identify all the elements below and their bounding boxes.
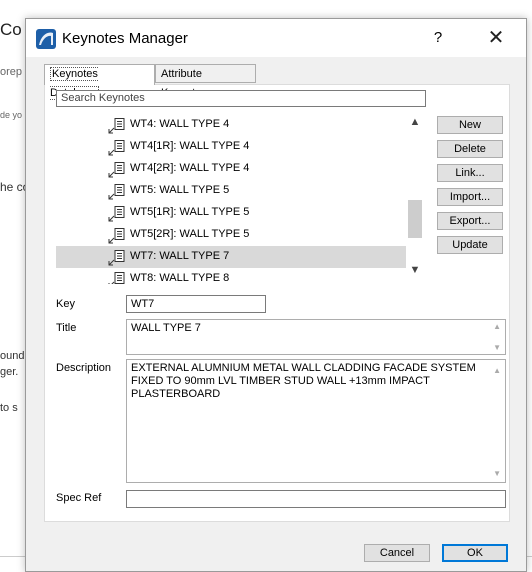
- spec-ref-input[interactable]: [126, 490, 506, 508]
- help-button[interactable]: ?: [426, 26, 450, 50]
- delete-button[interactable]: Delete: [437, 140, 503, 158]
- scroll-thumb[interactable]: [408, 200, 422, 238]
- keynote-link-icon: [108, 162, 125, 178]
- close-button[interactable]: ✕: [481, 24, 511, 52]
- scroll-up-icon[interactable]: ▲: [493, 364, 501, 377]
- keynote-list-item[interactable]: WT7: WALL TYPE 7: [56, 246, 406, 268]
- scroll-down-icon[interactable]: ▼: [493, 467, 501, 480]
- scroll-down-icon[interactable]: ▼: [493, 343, 501, 352]
- title-textarea[interactable]: WALL TYPE 7 ▲ ▼: [126, 319, 506, 355]
- keynote-list-item[interactable]: WT5[2R]: WALL TYPE 5: [56, 224, 406, 246]
- scroll-down-icon[interactable]: ▼: [406, 264, 424, 278]
- list-scrollbar[interactable]: ▲ ▼: [406, 114, 424, 284]
- keynote-label: WT8: WALL TYPE 8: [130, 272, 230, 284]
- description-label: Description: [56, 362, 112, 374]
- keynote-link-icon: [108, 272, 125, 284]
- keynote-label: WT4[2R]: WALL TYPE 4: [130, 162, 250, 174]
- background-fragment: ger.: [0, 366, 19, 378]
- background-fragment: de yo: [0, 110, 23, 120]
- dialog-title: Keynotes Manager: [62, 30, 188, 47]
- link-button[interactable]: Link...: [437, 164, 503, 182]
- keynote-label: WT5[1R]: WALL TYPE 5: [130, 206, 250, 218]
- ok-button[interactable]: OK: [442, 544, 508, 562]
- spec-ref-label: Spec Ref: [56, 492, 102, 504]
- archicad-app-icon: [36, 29, 56, 49]
- new-button[interactable]: New: [437, 116, 503, 134]
- keynote-link-icon: [108, 184, 125, 200]
- key-input[interactable]: WT7: [126, 295, 266, 313]
- export-button[interactable]: Export...: [437, 212, 503, 230]
- scroll-up-icon[interactable]: ▲: [493, 322, 501, 331]
- tab-attribute-keynotes[interactable]: Attribute Keynotes: [155, 64, 256, 99]
- key-label: Key: [56, 298, 75, 310]
- keynote-list-item[interactable]: WT4: WALL TYPE 4: [56, 114, 406, 136]
- keynote-link-icon: [108, 140, 125, 156]
- background-fragment: ound: [0, 350, 25, 362]
- keynote-label: WT4: WALL TYPE 4: [130, 118, 230, 130]
- description-textarea[interactable]: EXTERNAL ALUMNIUM METAL WALL CLADDING FA…: [126, 359, 506, 483]
- background-fragment: Co: [0, 20, 22, 39]
- update-button[interactable]: Update: [437, 236, 503, 254]
- background-fragment: to s: [0, 402, 18, 414]
- keynote-list-item[interactable]: WT8: WALL TYPE 8: [56, 268, 406, 284]
- keynote-label: WT7: WALL TYPE 7: [130, 250, 230, 262]
- keynote-link-icon: [108, 206, 125, 222]
- keynote-label: WT5[2R]: WALL TYPE 5: [130, 228, 250, 240]
- keynote-list-item[interactable]: WT4[2R]: WALL TYPE 4: [56, 158, 406, 180]
- keynote-list-item[interactable]: WT4[1R]: WALL TYPE 4: [56, 136, 406, 158]
- keynote-link-icon: [108, 250, 125, 266]
- keynote-link-icon: [108, 228, 125, 244]
- keynote-label: WT4[1R]: WALL TYPE 4: [130, 140, 250, 152]
- cancel-button[interactable]: Cancel: [364, 544, 430, 562]
- keynote-label: WT5: WALL TYPE 5: [130, 184, 230, 196]
- title-label: Title: [56, 322, 77, 334]
- keynote-link-icon: [108, 118, 125, 134]
- keynotes-manager-dialog: Keynotes Manager ? ✕ Keynotes Database A…: [25, 18, 527, 572]
- search-keynotes-input[interactable]: Search Keynotes: [56, 90, 426, 107]
- description-value: EXTERNAL ALUMNIUM METAL WALL CLADDING FA…: [131, 362, 476, 400]
- scroll-up-icon[interactable]: ▲: [406, 116, 424, 130]
- keynote-list-item[interactable]: WT5[1R]: WALL TYPE 5: [56, 202, 406, 224]
- background-fragment: orep: [0, 66, 23, 78]
- keynote-list-item[interactable]: WT5: WALL TYPE 5: [56, 180, 406, 202]
- title-bar[interactable]: Keynotes Manager ? ✕: [26, 19, 526, 57]
- tab-keynotes-database[interactable]: Keynotes Database: [44, 64, 155, 100]
- title-value: WALL TYPE 7: [131, 322, 201, 334]
- keynote-list[interactable]: WT4: WALL TYPE 4 WT4[1R]: WALL TYPE 4 WT4[…: [56, 114, 406, 284]
- import-button[interactable]: Import...: [437, 188, 503, 206]
